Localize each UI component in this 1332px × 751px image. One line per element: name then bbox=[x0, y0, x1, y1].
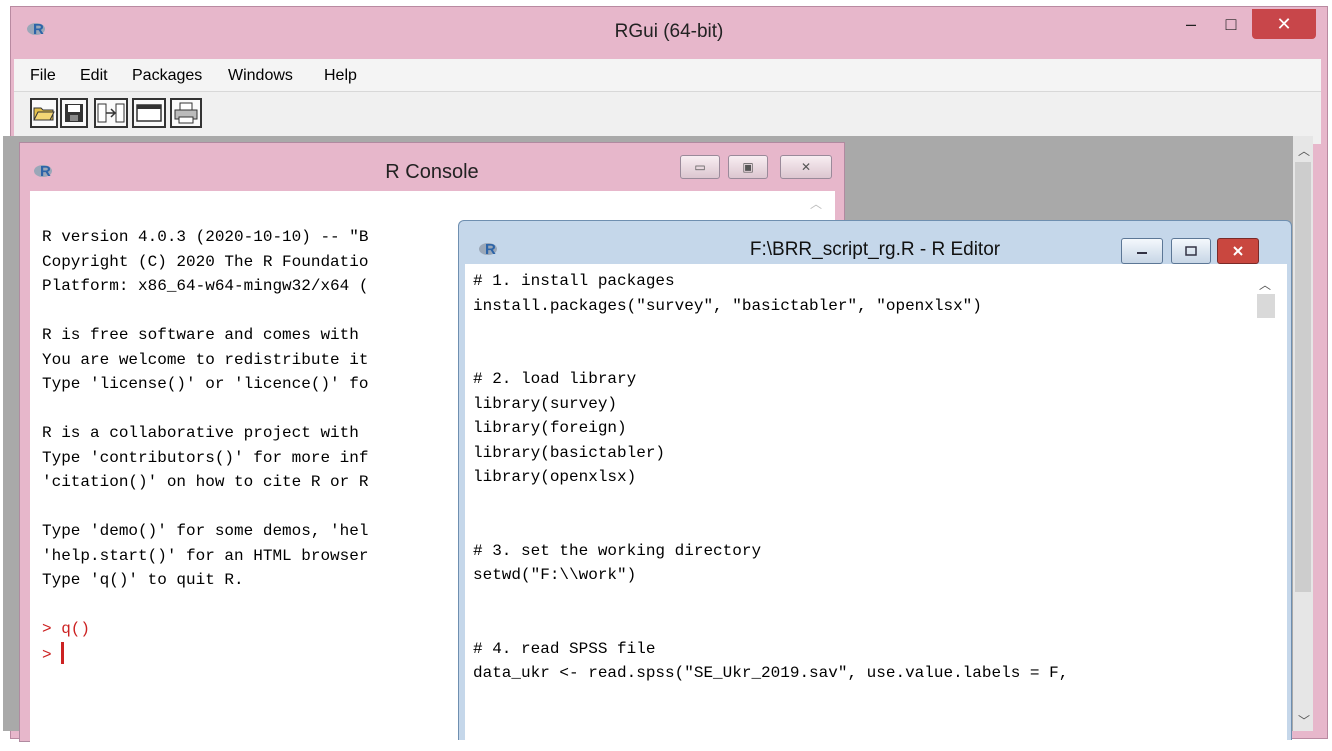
menu-file[interactable]: File bbox=[30, 67, 56, 85]
scrollbar-thumb[interactable] bbox=[1257, 294, 1275, 318]
console-line: R version 4.0.3 (2020-10-10) -- "B bbox=[42, 228, 369, 246]
editor-code: # 1. install packages install.packages("s… bbox=[473, 269, 1068, 686]
console-minimize-button[interactable]: ▭ bbox=[680, 155, 720, 179]
editor-line: # 1. install packages bbox=[473, 272, 675, 290]
console-line: 'citation()' on how to cite R or R bbox=[42, 473, 369, 491]
menu-bar: File Edit Packages Windows Help bbox=[14, 59, 1321, 91]
console-window-icon bbox=[136, 104, 162, 122]
menu-edit[interactable]: Edit bbox=[80, 67, 108, 85]
open-script-button[interactable] bbox=[30, 98, 58, 128]
mdi-vertical-scrollbar[interactable]: ︿ ﹀ bbox=[1293, 136, 1313, 731]
scrollbar-thumb[interactable] bbox=[1295, 162, 1311, 592]
load-workspace-icon bbox=[97, 103, 125, 123]
editor-line: # 2. load library bbox=[473, 370, 637, 388]
app-title: RGui (64-bit) bbox=[614, 21, 724, 42]
console-window-button[interactable] bbox=[132, 98, 166, 128]
print-button[interactable] bbox=[170, 98, 202, 128]
close-icon: ✕ bbox=[800, 160, 812, 174]
menu-help[interactable]: Help bbox=[324, 67, 357, 85]
save-button[interactable] bbox=[60, 98, 88, 128]
editor-close-button[interactable] bbox=[1217, 238, 1259, 264]
editor-line: data_ukr <- read.spss("SE_Ukr_2019.sav",… bbox=[473, 664, 1069, 682]
editor-title: F:\BRR_script_rg.R - R Editor bbox=[749, 239, 1001, 260]
editor-line: library(foreign) bbox=[473, 419, 627, 437]
editor-minimize-button[interactable] bbox=[1121, 238, 1163, 264]
console-line: R is a collaborative project with bbox=[42, 424, 359, 442]
console-prompt-line: > bbox=[42, 641, 90, 668]
editor-line: library(survey) bbox=[473, 394, 618, 413]
console-title: R Console bbox=[385, 161, 479, 183]
console-text: R version 4.0.3 (2020-10-10) -- "B Copyri… bbox=[42, 225, 368, 617]
save-icon bbox=[65, 104, 83, 122]
editor-line: install.packages("survey", "basictabler"… bbox=[473, 296, 982, 315]
editor-line: # 3. set the working directory bbox=[473, 541, 762, 560]
open-script-icon bbox=[33, 107, 55, 121]
console-restore-button[interactable]: ▣ bbox=[728, 155, 768, 179]
console-line: Type 'demo()' for some demos, 'hel bbox=[42, 522, 369, 540]
scroll-up-icon[interactable]: ︿ bbox=[810, 195, 822, 212]
console-line: Type 'contributors()' for more inf bbox=[42, 448, 369, 467]
editor-text-area[interactable]: # 1. install packages install.packages("s… bbox=[465, 264, 1255, 744]
minimize-icon: ▭ bbox=[694, 160, 706, 174]
editor-vertical-scrollbar[interactable]: ︿ bbox=[1255, 264, 1287, 744]
text-cursor bbox=[61, 641, 65, 664]
print-icon bbox=[174, 102, 198, 124]
editor-restore-button[interactable] bbox=[1171, 238, 1211, 264]
editor-line: setwd("F:\\work") bbox=[473, 566, 637, 584]
load-workspace-button[interactable] bbox=[94, 98, 128, 128]
console-line: R is free software and comes with bbox=[42, 326, 359, 344]
menu-windows[interactable]: Windows bbox=[228, 67, 293, 85]
console-line: You are welcome to redistribute it bbox=[42, 350, 369, 369]
editor-line: # 4. read SPSS file bbox=[473, 639, 656, 658]
console-line: Platform: x86_64-w64-mingw32/x64 ( bbox=[42, 277, 369, 295]
rgui-titlebar[interactable]: R RGui (64-bit) – □ ✕ bbox=[11, 7, 1327, 59]
close-icon bbox=[1233, 246, 1243, 256]
minimize-icon bbox=[1137, 252, 1147, 254]
console-prompt-line: > q() bbox=[42, 620, 91, 638]
restore-icon: ▣ bbox=[742, 160, 754, 174]
console-prompt-area[interactable]: > q() > bbox=[42, 617, 90, 667]
scroll-down-icon[interactable]: ﹀ bbox=[1298, 712, 1310, 729]
editor-line: library(openxlsx) bbox=[473, 468, 637, 486]
close-button[interactable]: ✕ bbox=[1252, 9, 1316, 39]
menu-packages[interactable]: Packages bbox=[132, 67, 202, 85]
editor-line: library(basictabler) bbox=[473, 443, 666, 462]
console-line: 'help.start()' for an HTML browser bbox=[42, 546, 369, 565]
console-line: Copyright (C) 2020 The R Foundatio bbox=[42, 252, 369, 271]
console-line: Type 'q()' to quit R. bbox=[42, 571, 244, 589]
scroll-up-icon[interactable]: ︿ bbox=[1298, 142, 1310, 159]
minimize-button[interactable]: – bbox=[1173, 9, 1209, 39]
console-close-button[interactable]: ✕ bbox=[780, 155, 832, 179]
console-line: Type 'license()' or 'licence()' fo bbox=[42, 375, 369, 393]
restore-icon bbox=[1185, 246, 1197, 256]
scroll-up-icon[interactable]: ︿ bbox=[1259, 276, 1271, 293]
maximize-button[interactable]: □ bbox=[1213, 9, 1249, 39]
r-editor-window: R F:\BRR_script_rg.R - R Editor # 1. ins… bbox=[458, 220, 1292, 744]
